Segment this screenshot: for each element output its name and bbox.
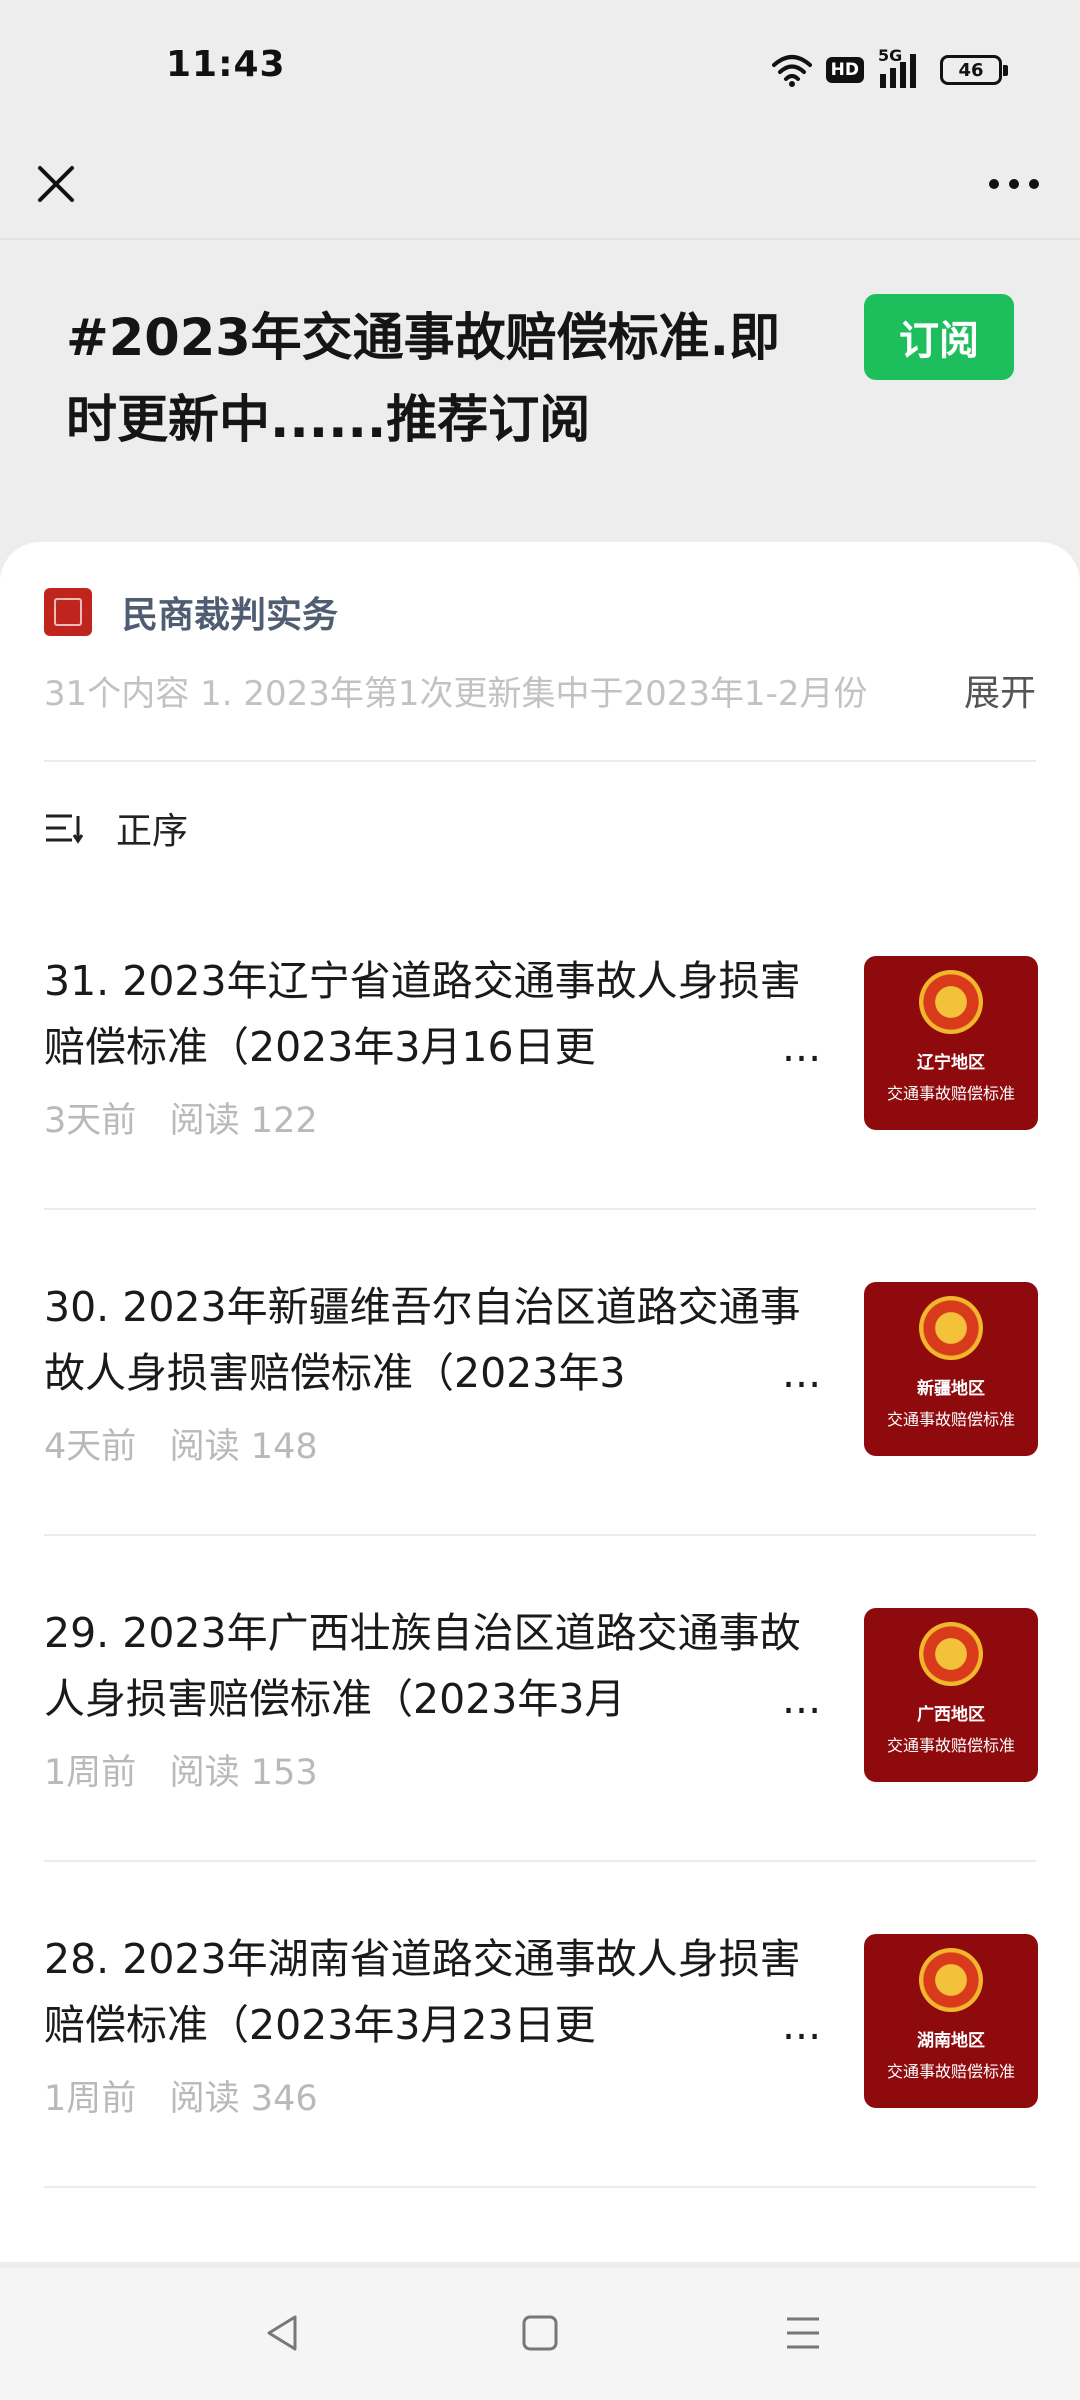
thumb-region: 广西地区 bbox=[917, 1705, 985, 1725]
more-icon bbox=[989, 179, 1039, 189]
collection-title: #2023年交通事故赔偿标准.即时更新中......推荐订阅 bbox=[66, 309, 781, 450]
close-button[interactable] bbox=[26, 154, 86, 214]
thumb-subtitle: 交通事故赔偿标准 bbox=[886, 2062, 1015, 2081]
nav-bar bbox=[0, 130, 1080, 240]
nav-divider bbox=[0, 238, 1080, 240]
divider bbox=[44, 760, 1036, 762]
summary-fade bbox=[864, 660, 954, 716]
account-row[interactable]: 民商裁判实务 bbox=[44, 584, 338, 640]
article-title: 29. 2023年广西壮族自治区道路交通事故人身损害赔偿标准（2023年3月 bbox=[44, 1609, 801, 1723]
divider bbox=[44, 1534, 1036, 1536]
divider bbox=[44, 2186, 1036, 2188]
sort-toggle[interactable]: 正序 bbox=[44, 800, 188, 856]
collection-header: #2023年交通事故赔偿标准.即时更新中......推荐订阅 订阅 bbox=[0, 280, 1080, 520]
wifi-icon bbox=[771, 55, 812, 87]
article-time: 3天前 bbox=[44, 1101, 137, 1141]
article-thumbnail: 广西地区 交通事故赔偿标准 bbox=[864, 1608, 1038, 1782]
title-ellipsis: ... bbox=[776, 1992, 822, 2058]
battery-icon: 46 bbox=[940, 55, 1008, 85]
article-meta: 4天前 阅读 148 bbox=[44, 1418, 318, 1469]
article-meta: 3天前 阅读 122 bbox=[44, 1092, 318, 1143]
article-item[interactable]: 30. 2023年新疆维吾尔自治区道路交通事故人身损害赔偿标准（2023年3 .… bbox=[0, 1226, 1080, 1552]
article-time: 4天前 bbox=[44, 1427, 137, 1467]
article-reads: 阅读 346 bbox=[169, 2079, 318, 2119]
article-title: 28. 2023年湖南省道路交通事故人身损害赔偿标准（2023年3月23日更 bbox=[44, 1935, 801, 2049]
article-thumbnail: 湖南地区 交通事故赔偿标准 bbox=[864, 1934, 1038, 2108]
close-icon bbox=[38, 166, 74, 202]
title-ellipsis: ... bbox=[776, 1340, 822, 1406]
summary-row: 31个内容 1. 2023年第1次更新集中于2023年1-2月份 展开 bbox=[44, 660, 1036, 716]
article-time: 1周前 bbox=[44, 2079, 137, 2119]
title-ellipsis: ... bbox=[776, 1666, 822, 1732]
article-thumbnail: 辽宁地区 交通事故赔偿标准 bbox=[864, 956, 1038, 1130]
article-meta: 1周前 阅读 153 bbox=[44, 1744, 318, 1795]
divider bbox=[44, 1860, 1036, 1862]
hd-badge: HD bbox=[825, 57, 864, 83]
article-item[interactable]: 28. 2023年湖南省道路交通事故人身损害赔偿标准（2023年3月23日更 .… bbox=[0, 1878, 1080, 2204]
summary-text: 31个内容 1. 2023年第1次更新集中于2023年1-2月份 bbox=[44, 674, 868, 714]
sort-label: 正序 bbox=[116, 811, 189, 852]
article-reads: 阅读 153 bbox=[169, 1753, 318, 1793]
court-emblem-icon bbox=[919, 1948, 983, 2012]
article-item[interactable]: 29. 2023年广西壮族自治区道路交通事故人身损害赔偿标准（2023年3月 .… bbox=[0, 1552, 1080, 1878]
court-emblem-icon bbox=[919, 1296, 983, 1360]
article-reads: 阅读 148 bbox=[169, 1427, 318, 1467]
signal-bars-icon bbox=[880, 54, 916, 88]
article-meta: 1周前 阅读 346 bbox=[44, 2070, 318, 2121]
divider bbox=[44, 1208, 1036, 1210]
signal-5g-icon: 5G bbox=[878, 46, 926, 90]
battery-level: 46 bbox=[958, 59, 984, 81]
thumb-region: 新疆地区 bbox=[917, 1379, 985, 1399]
back-triangle-icon bbox=[267, 2315, 297, 2351]
article-item[interactable]: 31. 2023年辽宁省道路交通事故人身损害赔偿标准（2023年3月16日更 .… bbox=[0, 900, 1080, 1226]
more-button[interactable] bbox=[974, 154, 1054, 214]
court-emblem-icon bbox=[919, 970, 983, 1034]
sort-icon bbox=[46, 814, 84, 844]
system-back-button[interactable] bbox=[248, 2298, 318, 2368]
article-thumbnail: 新疆地区 交通事故赔偿标准 bbox=[864, 1282, 1038, 1456]
system-nav-bar bbox=[0, 2268, 1080, 2400]
account-avatar bbox=[44, 588, 92, 636]
expand-link[interactable]: 展开 bbox=[964, 664, 1036, 716]
article-time: 1周前 bbox=[44, 1753, 137, 1793]
system-home-button[interactable] bbox=[505, 2298, 575, 2368]
thumb-subtitle: 交通事故赔偿标准 bbox=[886, 1736, 1015, 1755]
status-bar: 11:43 HD 5G 46 bbox=[0, 0, 1080, 130]
subscribe-button[interactable]: 订阅 bbox=[864, 294, 1014, 380]
article-reads: 阅读 122 bbox=[169, 1101, 318, 1141]
account-name[interactable]: 民商裁判实务 bbox=[122, 586, 338, 638]
content-panel: 民商裁判实务 31个内容 1. 2023年第1次更新集中于2023年1-2月份 … bbox=[0, 542, 1080, 2262]
system-menu-button[interactable] bbox=[768, 2298, 838, 2368]
article-title: 31. 2023年辽宁省道路交通事故人身损害赔偿标准（2023年3月16日更 bbox=[44, 957, 801, 1071]
thumb-region: 辽宁地区 bbox=[917, 1053, 985, 1073]
thumb-subtitle: 交通事故赔偿标准 bbox=[886, 1084, 1015, 1103]
thumb-region: 湖南地区 bbox=[917, 2031, 985, 2051]
thumb-subtitle: 交通事故赔偿标准 bbox=[886, 1410, 1015, 1429]
court-emblem-icon bbox=[919, 1622, 983, 1686]
status-icons: HD 5G 46 bbox=[771, 46, 1008, 92]
home-square-icon bbox=[522, 2315, 558, 2351]
title-ellipsis: ... bbox=[776, 1014, 822, 1080]
avatar-seal-icon bbox=[54, 598, 82, 626]
article-title: 30. 2023年新疆维吾尔自治区道路交通事故人身损害赔偿标准（2023年3 bbox=[44, 1283, 801, 1397]
menu-lines-icon bbox=[787, 2317, 819, 2349]
status-time: 11:43 bbox=[166, 44, 286, 85]
